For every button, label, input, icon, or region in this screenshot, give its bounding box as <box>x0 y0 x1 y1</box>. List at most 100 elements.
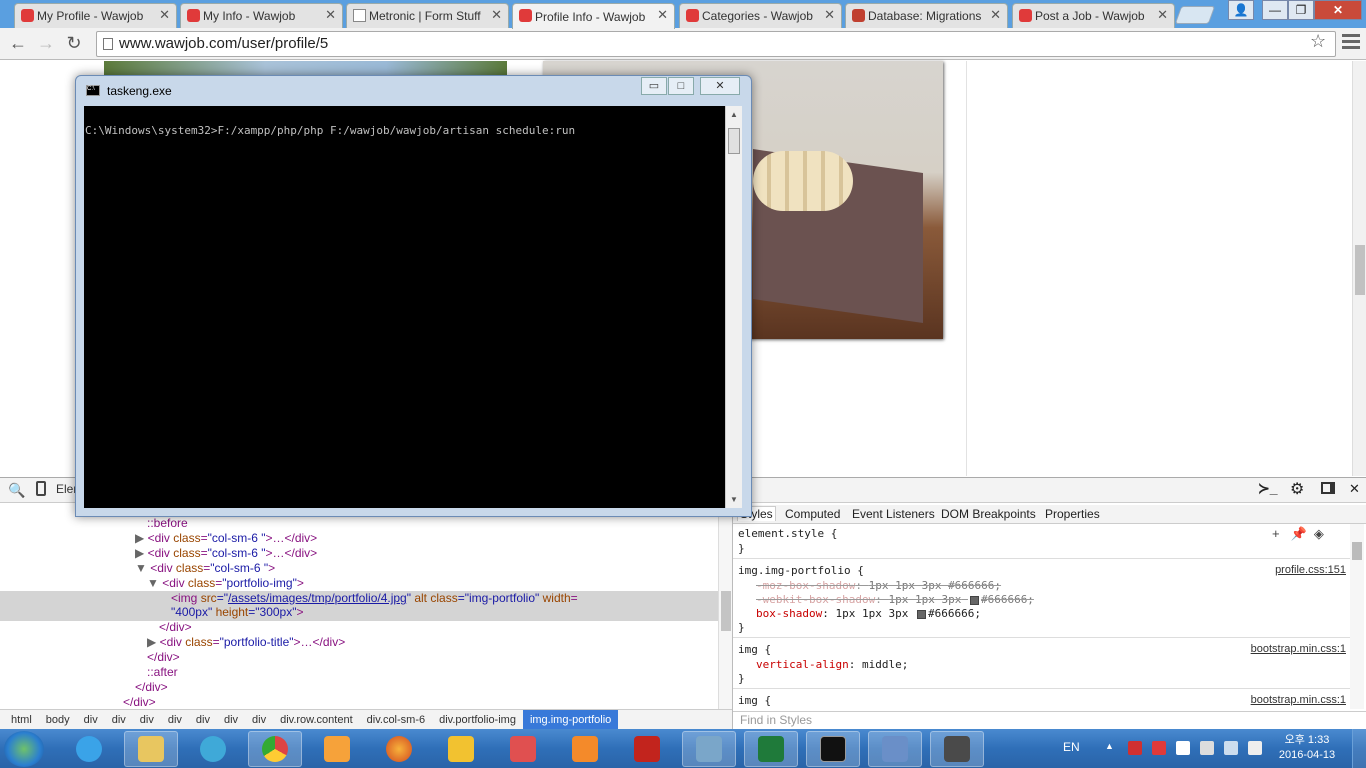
forward-icon[interactable]: → <box>34 32 58 54</box>
dom-node[interactable]: ::before <box>147 516 188 530</box>
breadcrumb-item[interactable]: div.row.content <box>273 714 360 726</box>
user-profile-icon[interactable]: 👤 <box>1228 0 1254 20</box>
style-property[interactable]: -moz-box-shadow: 1px 1px 3px #666666; <box>756 579 1001 592</box>
close-devtools-icon[interactable]: ✕ <box>1349 481 1360 497</box>
bookmark-star-icon[interactable]: ☆ <box>1310 31 1326 52</box>
tab-properties[interactable]: Properties <box>1045 507 1100 521</box>
flag-icon[interactable] <box>1176 741 1190 755</box>
new-tab-button[interactable] <box>1174 6 1216 24</box>
firefox-icon[interactable] <box>372 731 426 767</box>
tab-close-icon[interactable]: ✕ <box>1157 7 1168 23</box>
styles-scrollbar[interactable] <box>1350 524 1364 709</box>
dom-node[interactable]: ▼ <div class="portfolio-img"> <box>147 576 304 590</box>
tab-close-icon[interactable]: ✕ <box>325 7 336 23</box>
chrome-icon[interactable] <box>248 731 302 767</box>
dom-node[interactable]: </div> <box>123 695 156 709</box>
eraser-icon[interactable] <box>496 731 550 767</box>
language-indicator[interactable]: EN <box>1063 740 1080 754</box>
tab-close-icon[interactable]: ✕ <box>491 7 502 23</box>
breadcrumb-item[interactable]: body <box>39 714 77 726</box>
start-button[interactable] <box>4 731 44 767</box>
rule-selector[interactable]: img.img-portfolio { <box>738 564 864 577</box>
app-icon[interactable] <box>434 731 488 767</box>
explorer-icon[interactable] <box>124 731 178 767</box>
rule-source-link[interactable]: bootstrap.min.css:1 <box>1251 643 1346 655</box>
dom-node[interactable]: ▶ <div class="col-sm-6 ">…</div> <box>135 546 317 560</box>
media-icon[interactable] <box>186 731 240 767</box>
rule-selector[interactable]: img { <box>738 643 771 656</box>
tray-expand-icon[interactable]: ▲ <box>1105 741 1119 755</box>
dom-node[interactable]: </div> <box>147 650 180 664</box>
cmd-icon[interactable] <box>806 731 860 767</box>
breadcrumb-item[interactable]: div <box>161 714 189 726</box>
tab-post-a-job[interactable]: Post a Job - Wawjob ✕ <box>1012 3 1175 28</box>
tab-categories[interactable]: Categories - Wawjob ✕ <box>679 3 842 28</box>
style-property[interactable]: -webkit-box-shadow: 1px 1px 3px #666666; <box>756 593 1034 606</box>
excel-icon[interactable] <box>744 731 798 767</box>
scrollbar-thumb[interactable] <box>728 128 740 154</box>
sublime-icon[interactable] <box>930 731 984 767</box>
dom-node-selected-cont[interactable]: "400px" height="300px"> <box>171 605 304 619</box>
reload-icon[interactable]: ↻ <box>62 32 86 54</box>
back-icon[interactable]: ← <box>6 32 30 54</box>
chrome-menu-icon[interactable] <box>1342 34 1360 50</box>
address-bar[interactable]: www.wawjob.com/user/profile/5 <box>96 31 1336 57</box>
dock-side-icon[interactable] <box>1321 482 1335 494</box>
tab-database-migrations[interactable]: Database: Migrations ✕ <box>845 3 1008 28</box>
tab-close-icon[interactable]: ✕ <box>159 7 170 23</box>
color-swatch[interactable] <box>969 595 979 605</box>
breadcrumb-item[interactable]: div <box>133 714 161 726</box>
new-rule-icon[interactable]: + <box>1272 526 1280 541</box>
dom-node[interactable]: </div> <box>135 680 168 694</box>
find-in-styles-input[interactable]: Find in Styles <box>733 711 1366 729</box>
color-swatch[interactable] <box>916 609 926 619</box>
style-property[interactable]: vertical-align: middle; <box>756 658 908 671</box>
tab-my-info[interactable]: My Info - Wawjob ✕ <box>180 3 343 28</box>
tab-computed[interactable]: Computed <box>785 507 840 521</box>
minimize-button[interactable]: — <box>1262 0 1288 20</box>
video-icon[interactable] <box>310 731 364 767</box>
elements-scrollbar[interactable] <box>718 503 732 709</box>
element-style-selector[interactable]: element.style { <box>738 527 837 540</box>
console-close-button[interactable]: ✕ <box>700 77 740 95</box>
breadcrumb-item[interactable]: div <box>217 714 245 726</box>
tab-dom-breakpoints[interactable]: DOM Breakpoints <box>941 507 1036 521</box>
xampp-icon[interactable] <box>558 731 612 767</box>
breadcrumb-item-selected[interactable]: img.img-portfolio <box>522 709 619 730</box>
console-screen[interactable] <box>84 106 725 508</box>
breadcrumb-item[interactable]: div <box>77 714 105 726</box>
ie-icon[interactable] <box>62 731 116 767</box>
device-icon[interactable] <box>1200 741 1214 755</box>
dom-node[interactable]: ▼ <div class="col-sm-6 "> <box>135 561 275 575</box>
maximize-button[interactable]: ❐ <box>1288 0 1314 20</box>
dom-node[interactable]: ▶ <div class="col-sm-6 ">…</div> <box>135 531 317 545</box>
clock[interactable]: 오후 1:33 2016-04-13 <box>1272 733 1342 763</box>
console-maximize-button[interactable]: □ <box>668 77 694 95</box>
show-desktop-button[interactable] <box>1352 729 1366 768</box>
tab-profile-info[interactable]: Profile Info - Wawjob ✕ <box>512 3 675 29</box>
network-icon[interactable] <box>1224 741 1238 755</box>
dolphin-icon[interactable] <box>868 731 922 767</box>
scrollbar-thumb[interactable] <box>721 591 731 631</box>
console-drawer-icon[interactable]: ≻_ <box>1258 480 1278 497</box>
scroll-up-icon[interactable]: ▲ <box>730 110 738 119</box>
dom-node[interactable]: ::after <box>147 665 178 679</box>
color-format-icon[interactable]: ◈ <box>1314 526 1324 541</box>
scrollbar-thumb[interactable] <box>1352 542 1362 560</box>
scroll-down-icon[interactable]: ▼ <box>730 495 738 504</box>
breadcrumb-item[interactable]: div.portfolio-img <box>432 714 523 726</box>
console-scrollbar[interactable]: ▲ ▼ <box>725 106 742 508</box>
tab-metronic[interactable]: Metronic | Form Stuff ✕ <box>346 3 509 28</box>
tab-close-icon[interactable]: ✕ <box>824 7 835 23</box>
rule-source-link[interactable]: bootstrap.min.css:1 <box>1251 694 1346 706</box>
breadcrumb-item[interactable]: div <box>105 714 133 726</box>
breadcrumb-item[interactable]: div <box>245 714 273 726</box>
breadcrumb-item[interactable]: div.col-sm-6 <box>360 714 432 726</box>
close-button[interactable]: ✕ <box>1314 0 1362 20</box>
scrollbar-thumb[interactable] <box>1355 245 1365 295</box>
dom-node-selected[interactable]: <img src="/assets/images/tmp/portfolio/4… <box>171 591 578 605</box>
console-minimize-button[interactable]: ▭ <box>641 77 667 95</box>
breadcrumb-item[interactable]: div <box>189 714 217 726</box>
rule-selector[interactable]: img { <box>738 694 771 707</box>
device-mode-icon[interactable] <box>36 481 46 496</box>
